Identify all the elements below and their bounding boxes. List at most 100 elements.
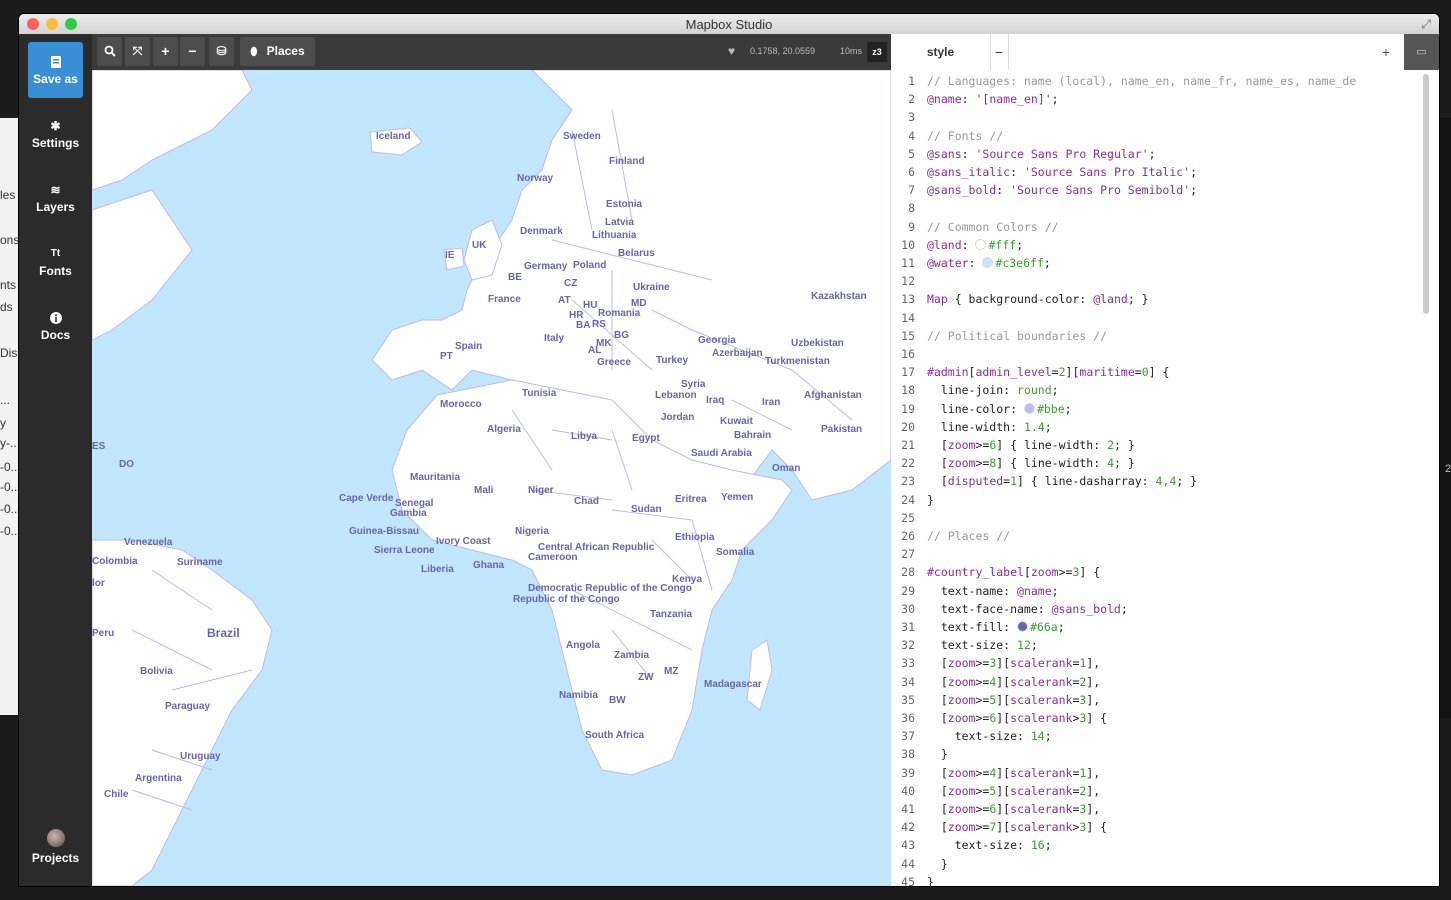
line-number: 41 (901, 802, 915, 816)
code-line[interactable]: @sans: 'Source Sans Pro Regular'; (927, 147, 1156, 161)
projects-button[interactable]: Projects (19, 829, 92, 865)
settings-button[interactable]: ✱ Settings (28, 106, 83, 162)
zoom-in-button[interactable]: + (153, 37, 178, 66)
fit-bounds-button[interactable]: ⤧ (125, 37, 150, 66)
docs-button[interactable]: Docs (28, 298, 83, 354)
avatar (46, 829, 65, 847)
pin-icon: ⬮ (250, 46, 258, 58)
code-line[interactable]: #country_label[zoom>=3] { (927, 565, 1100, 579)
map-label: Spain (455, 341, 483, 352)
code-line[interactable]: // Common Colors // (927, 220, 1059, 234)
layers-stack-icon: ⛁ (216, 44, 227, 58)
code-line[interactable]: line-color: #bbe; (927, 402, 1072, 416)
layers-button[interactable]: ≋ Layers (28, 170, 83, 226)
map-label: Oman (772, 463, 801, 474)
code-line[interactable]: text-size: 12; (927, 638, 1038, 652)
line-number: 42 (901, 820, 915, 835)
map-label: Iraq (706, 395, 725, 406)
toggle-editor-button[interactable]: ▭ (1404, 34, 1439, 70)
code-line[interactable]: // Places // (927, 529, 1010, 543)
map-label: Greece (597, 357, 631, 368)
background-fragment: les (0, 188, 16, 202)
tab-style[interactable]: style (891, 34, 991, 70)
code-line[interactable]: text-size: 16; (927, 838, 1052, 852)
code-editor[interactable]: 1 // Languages: name (local), name_en, na… (891, 70, 1439, 886)
panel-icon: ▭ (1416, 46, 1427, 58)
code-line[interactable]: // Languages: name (local), name_en, nam… (927, 74, 1356, 88)
places-button[interactable]: ⬮ Places (240, 37, 315, 66)
code-line[interactable]: // Political boundaries // (927, 329, 1107, 343)
title-bar: Mapbox Studio ⤢ (19, 14, 1439, 35)
code-line[interactable]: [zoom>=3][scalerank=1], (927, 656, 1100, 670)
code-line[interactable]: Map { background-color: @land; } (927, 292, 1149, 306)
map-label: IE (445, 250, 455, 261)
background-fragment: ... (0, 393, 11, 407)
code-line[interactable]: // Fonts // (927, 129, 1003, 143)
map-label: MZ (664, 666, 679, 677)
code-line[interactable]: line-join: round; (927, 383, 1059, 397)
background-fragment: y-.. (0, 436, 17, 450)
fonts-button[interactable]: Tt Fonts (28, 234, 83, 290)
code-line[interactable]: [zoom>=5][scalerank=3], (927, 693, 1100, 707)
code-line[interactable]: } (927, 747, 948, 761)
zoom-out-button[interactable]: − (180, 37, 205, 66)
line-number: 31 (901, 620, 915, 634)
fullscreen-icon[interactable]: ⤢ (1421, 17, 1431, 32)
code-line[interactable]: } (927, 857, 948, 871)
line-number: 35 (901, 692, 915, 707)
places-label: Places (266, 44, 305, 58)
code-line[interactable]: } (927, 875, 934, 886)
map-label: Eritrea (675, 494, 707, 505)
code-line[interactable]: [zoom>=8] { line-width: 4; } (927, 456, 1135, 470)
map-label: Azerbaijan (712, 348, 763, 359)
code-line[interactable]: @name: '[name_en]'; (927, 92, 1059, 106)
code-line[interactable]: [zoom>=4][scalerank=1], (927, 766, 1100, 780)
map-label: Ukraine (633, 282, 670, 293)
code-line[interactable]: text-size: 14; (927, 729, 1052, 743)
code-line[interactable]: @water: #c3e6ff; (927, 256, 1051, 270)
code-line[interactable]: [zoom>=4][scalerank=2], (927, 675, 1100, 689)
code-line[interactable]: @sans_bold: 'Source Sans Pro Semibold'; (927, 183, 1197, 197)
search-button[interactable] (97, 37, 122, 66)
line-number: 40 (901, 783, 915, 798)
map-label: CZ (564, 278, 578, 289)
map-label: Cape Verde (339, 493, 394, 504)
code-line[interactable]: [zoom>=5][scalerank=2], (927, 784, 1100, 798)
code-line[interactable]: text-face-name: @sans_bold; (927, 602, 1128, 616)
editor-scrollbar[interactable] (1423, 74, 1429, 314)
map-label: lor (92, 578, 105, 589)
heart-icon[interactable]: ♥ (728, 44, 735, 58)
map-label: Chad (574, 496, 599, 507)
code-line[interactable]: @sans_italic: 'Source Sans Pro Italic'; (927, 165, 1197, 179)
layers-inspect-button[interactable]: ⛁ (209, 37, 234, 66)
map-label: Suriname (177, 557, 223, 568)
code-line[interactable]: #admin[admin_level=2][maritime=0] { (927, 365, 1169, 379)
code-line[interactable]: line-width: 1.4; (927, 420, 1052, 434)
add-tab-button[interactable]: + (1376, 34, 1396, 70)
code-line[interactable]: @land: #fff; (927, 238, 1023, 252)
line-number: 22 (901, 456, 915, 471)
map-label: Yemen (721, 492, 754, 503)
background-fragment: 2 (1445, 463, 1451, 475)
code-line[interactable]: [zoom>=6][scalerank>3] { (927, 711, 1107, 725)
code-line[interactable]: [zoom>=6] { line-width: 2; } (927, 438, 1135, 452)
code-line[interactable]: [zoom>=6][scalerank=3], (927, 802, 1100, 816)
background-window: les ons nts ds Disc... y y-.. -0... -0... -0... -0… (0, 118, 19, 715)
save-as-button[interactable]: Save as (28, 42, 83, 98)
remove-tab-button[interactable]: − (990, 34, 1009, 70)
line-number: 12 (901, 274, 915, 289)
code-line[interactable]: } (927, 493, 934, 507)
code-line[interactable]: text-name: @name; (927, 584, 1059, 598)
line-number: 18 (901, 383, 915, 398)
map-label: South Africa (585, 730, 645, 741)
map-label: Niger (528, 485, 554, 496)
map-canvas[interactable]: Iceland Sweden Finland Norway Estonia Latvia L… (92, 70, 891, 886)
background-fragment: ds (0, 300, 13, 314)
settings-label: Settings (31, 136, 80, 150)
code-line[interactable]: [disputed=1] { line-dasharray: 4,4; } (927, 474, 1197, 488)
line-number: 38 (901, 747, 915, 762)
render-time: 10ms (840, 46, 863, 56)
map-label: Namibia (559, 690, 598, 701)
code-line[interactable]: text-fill: #66a; (927, 620, 1065, 634)
code-line[interactable]: [zoom>=7][scalerank>3] { (927, 820, 1107, 834)
